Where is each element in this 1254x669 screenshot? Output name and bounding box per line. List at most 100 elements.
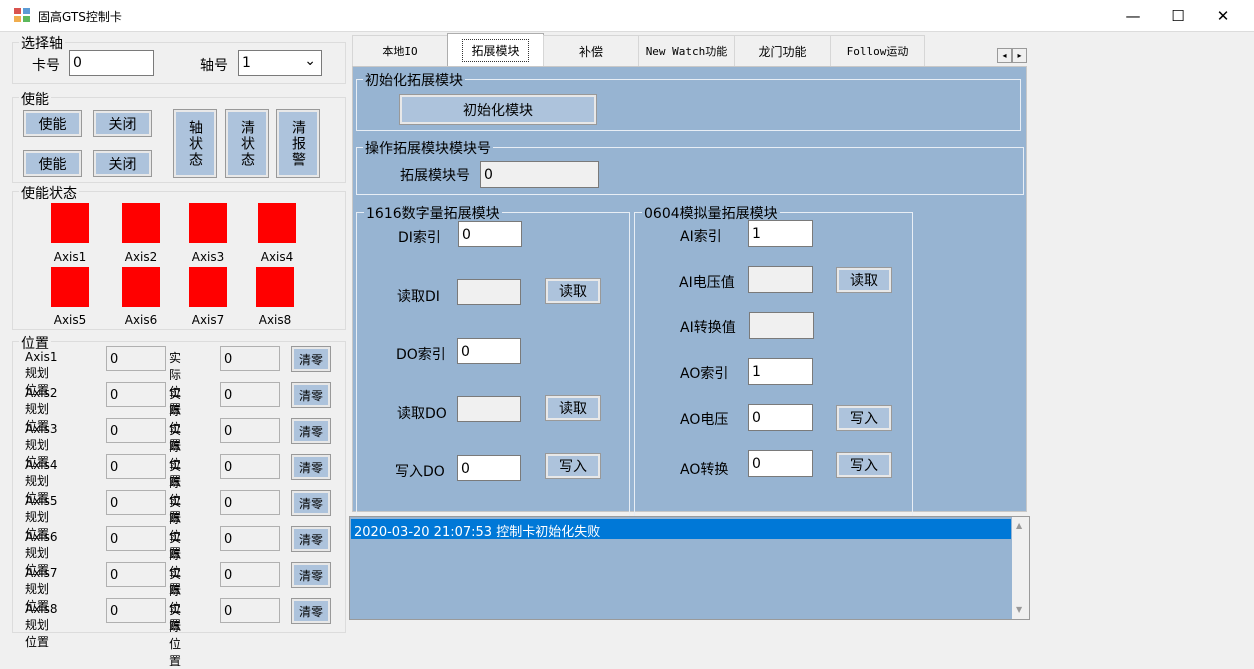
axis4-actual-value: 0 [220, 454, 280, 479]
axis8-actual-value: 0 [220, 598, 280, 623]
card-input[interactable]: 0 [69, 50, 154, 76]
ao-voltage-label: AO电压 [680, 412, 729, 428]
disable-button-1[interactable]: 关闭 [93, 110, 152, 137]
axis5-plan-value: 0 [106, 490, 166, 515]
axis6-clear-button[interactable]: 清零 [291, 526, 331, 552]
axis8-label: Axis8 [258, 313, 292, 327]
axis5-actual-value: 0 [220, 490, 280, 515]
axis1-actual-value: 0 [220, 346, 280, 371]
close-button[interactable]: ✕ [1200, 0, 1246, 31]
axis-label: 轴号 [200, 58, 228, 74]
axis1-status-led [51, 203, 89, 243]
minimize-button[interactable]: — [1110, 0, 1156, 31]
axis1-clear-button[interactable]: 清零 [291, 346, 331, 372]
axis3-plan-value: 0 [106, 418, 166, 443]
axis8-status-led [256, 267, 294, 307]
axis8-plan-label: Axis8规划位置 [25, 602, 58, 649]
axis4-plan-value: 0 [106, 454, 166, 479]
ai-convert-value [749, 312, 814, 339]
enable-button-1[interactable]: 使能 [23, 110, 82, 137]
tab-scroll-right-icon[interactable]: ▸ [1012, 48, 1027, 63]
ai-voltage-value [748, 266, 813, 293]
axis7-clear-button[interactable]: 清零 [291, 562, 331, 588]
axis5-label: Axis5 [53, 313, 87, 327]
axis6-plan-value: 0 [106, 526, 166, 551]
maximize-button[interactable]: ☐ [1155, 0, 1201, 31]
ao-voltage-input[interactable]: 0 [748, 404, 813, 431]
axis1-plan-value: 0 [106, 346, 166, 371]
axis8-clear-button[interactable]: 清零 [291, 598, 331, 624]
read-ai-button[interactable]: 读取 [836, 267, 892, 293]
axis6-status-led [122, 267, 160, 307]
axis7-label: Axis7 [191, 313, 225, 327]
di-index-label: DI索引 [398, 230, 441, 246]
enable-title: 使能 [19, 89, 51, 109]
read-do-value [457, 396, 521, 422]
ai-voltage-label: AI电压值 [679, 275, 735, 291]
write-do-button[interactable]: 写入 [545, 453, 601, 479]
log-listbox[interactable]: 2020-03-20 21:07:53 控制卡初始化失败 ▲ ▼ [349, 516, 1030, 620]
clear-alarm-button[interactable]: 清报警 [276, 109, 320, 178]
select-axis-title: 选择轴 [19, 33, 65, 53]
ao-index-label: AO索引 [680, 366, 729, 382]
tab-local-io[interactable]: 本地IO [352, 35, 448, 66]
ao-index-input[interactable]: 1 [748, 358, 813, 385]
axis2-clear-button[interactable]: 清零 [291, 382, 331, 408]
module-number-input[interactable]: 0 [480, 161, 599, 188]
scroll-down-icon[interactable]: ▼ [1016, 605, 1022, 614]
enable-button-2[interactable]: 使能 [23, 150, 82, 177]
digital-group-title: 1616数字量拓展模块 [364, 203, 502, 223]
log-entry[interactable]: 2020-03-20 21:07:53 控制卡初始化失败 [351, 519, 1011, 540]
module-number-label: 拓展模块号 [400, 168, 470, 184]
axis1-label: Axis1 [53, 250, 87, 264]
axis2-status-led [122, 203, 160, 243]
ai-index-input[interactable]: 1 [748, 220, 813, 247]
axis2-label: Axis2 [124, 250, 158, 264]
axis8-plan-value: 0 [106, 598, 166, 623]
ai-index-label: AI索引 [680, 229, 722, 245]
write-ao-convert-button[interactable]: 写入 [836, 452, 892, 478]
app-icon [14, 8, 30, 22]
tab-new-watch[interactable]: New Watch功能 [638, 35, 735, 66]
tab-gantry[interactable]: 龙门功能 [734, 35, 831, 66]
init-module-button[interactable]: 初始化模块 [399, 94, 597, 125]
tab-scroll-left-icon[interactable]: ◂ [997, 48, 1012, 63]
write-do-label: 写入DO [395, 464, 445, 480]
axis7-plan-value: 0 [106, 562, 166, 587]
axis7-status-led [189, 267, 227, 307]
tab-compensation[interactable]: 补偿 [543, 35, 639, 66]
axis3-clear-button[interactable]: 清零 [291, 418, 331, 444]
axis6-actual-value: 0 [220, 526, 280, 551]
init-group-title: 初始化拓展模块 [363, 70, 465, 90]
axis2-actual-value: 0 [220, 382, 280, 407]
ao-convert-input[interactable]: 0 [748, 450, 813, 477]
log-scrollbar[interactable]: ▲ ▼ [1012, 517, 1029, 619]
axis3-actual-value: 0 [220, 418, 280, 443]
axis-select[interactable]: 1 ⌄ [238, 50, 322, 76]
read-di-label: 读取DI [397, 289, 440, 305]
axis4-label: Axis4 [260, 250, 294, 264]
axis4-clear-button[interactable]: 清零 [291, 454, 331, 480]
read-do-button[interactable]: 读取 [545, 395, 601, 421]
read-di-button[interactable]: 读取 [545, 278, 601, 304]
ai-convert-label: AI转换值 [680, 320, 736, 336]
write-do-input[interactable]: 0 [457, 455, 521, 481]
disable-button-2[interactable]: 关闭 [93, 150, 152, 177]
axis-status-button[interactable]: 轴状态 [173, 109, 217, 178]
axis3-status-led [189, 203, 227, 243]
ao-convert-label: AO转换 [680, 462, 729, 478]
write-ao-voltage-button[interactable]: 写入 [836, 405, 892, 431]
tab-extension-module[interactable]: 拓展模块 [447, 33, 544, 67]
axis5-clear-button[interactable]: 清零 [291, 490, 331, 516]
scroll-up-icon[interactable]: ▲ [1016, 521, 1022, 530]
do-index-input[interactable]: 0 [457, 338, 521, 364]
clear-status-button[interactable]: 清状态 [225, 109, 269, 178]
read-di-value [457, 279, 521, 305]
axis3-label: Axis3 [191, 250, 225, 264]
di-index-input[interactable]: 0 [458, 221, 522, 247]
axis-select-value: 1 [242, 55, 251, 71]
axis6-label: Axis6 [124, 313, 158, 327]
card-label: 卡号 [32, 58, 60, 74]
window-title: 固高GTS控制卡 [38, 10, 122, 24]
tab-follow[interactable]: Follow运动 [830, 35, 925, 66]
